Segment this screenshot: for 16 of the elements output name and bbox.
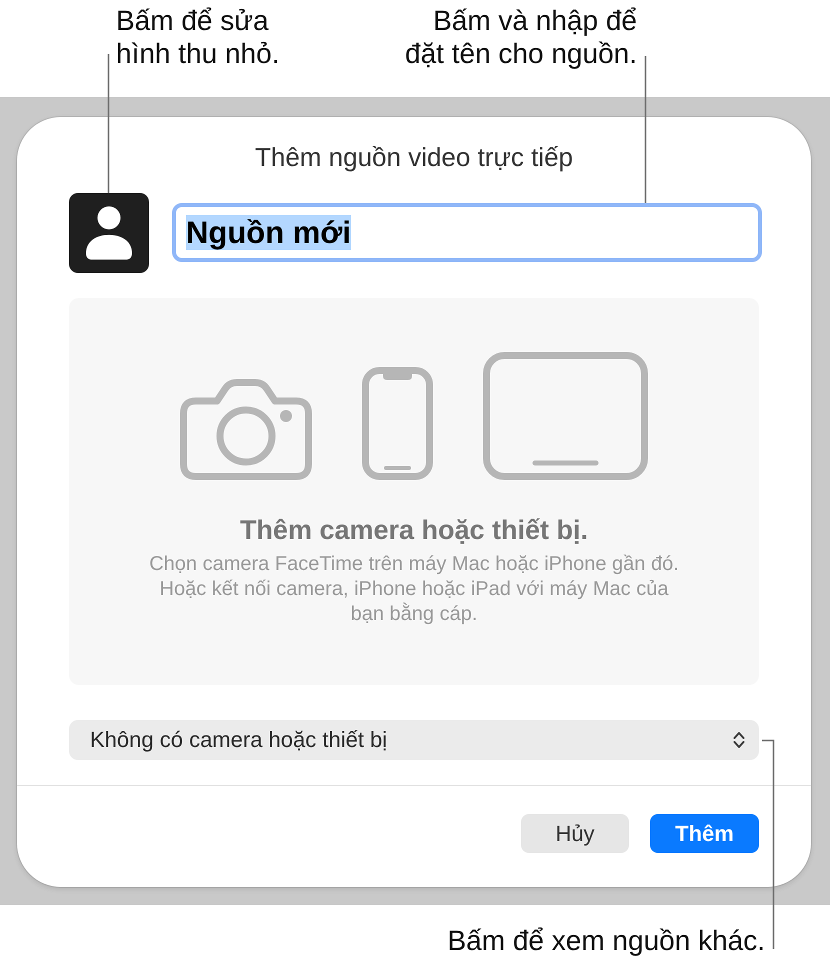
dialog-title: Thêm nguồn video trực tiếp — [254, 144, 574, 170]
empty-state-heading: Thêm camera hoặc thiết bị. — [240, 515, 588, 545]
tablet-icon — [483, 352, 648, 480]
callout-text: Bấm để xem nguồn khác. — [447, 925, 765, 957]
source-popup[interactable]: Không có camera hoặc thiết bị — [69, 720, 759, 760]
add-button[interactable]: Thêm — [650, 814, 759, 853]
callout-text: Bấm để sửa hình thu nhỏ. — [116, 4, 280, 70]
thumbnail-button[interactable] — [69, 193, 149, 273]
camera-icon — [180, 379, 312, 480]
cancel-button[interactable]: Hủy — [521, 814, 629, 853]
phone-icon — [362, 367, 433, 480]
person-icon — [86, 206, 132, 260]
callout-text: Bấm và nhập để đặt tên cho nguồn. — [405, 4, 637, 70]
chevron-updown-icon — [733, 731, 745, 749]
name-field[interactable]: Nguồn mới — [172, 203, 762, 262]
description-text: Chọn camera FaceTime trên máy Mac hoặc iPhone gần đó. Hoặc kết nối camera, iPhone hoặc iPad với máy Mac của bạn bằng cáp. — [149, 552, 679, 627]
